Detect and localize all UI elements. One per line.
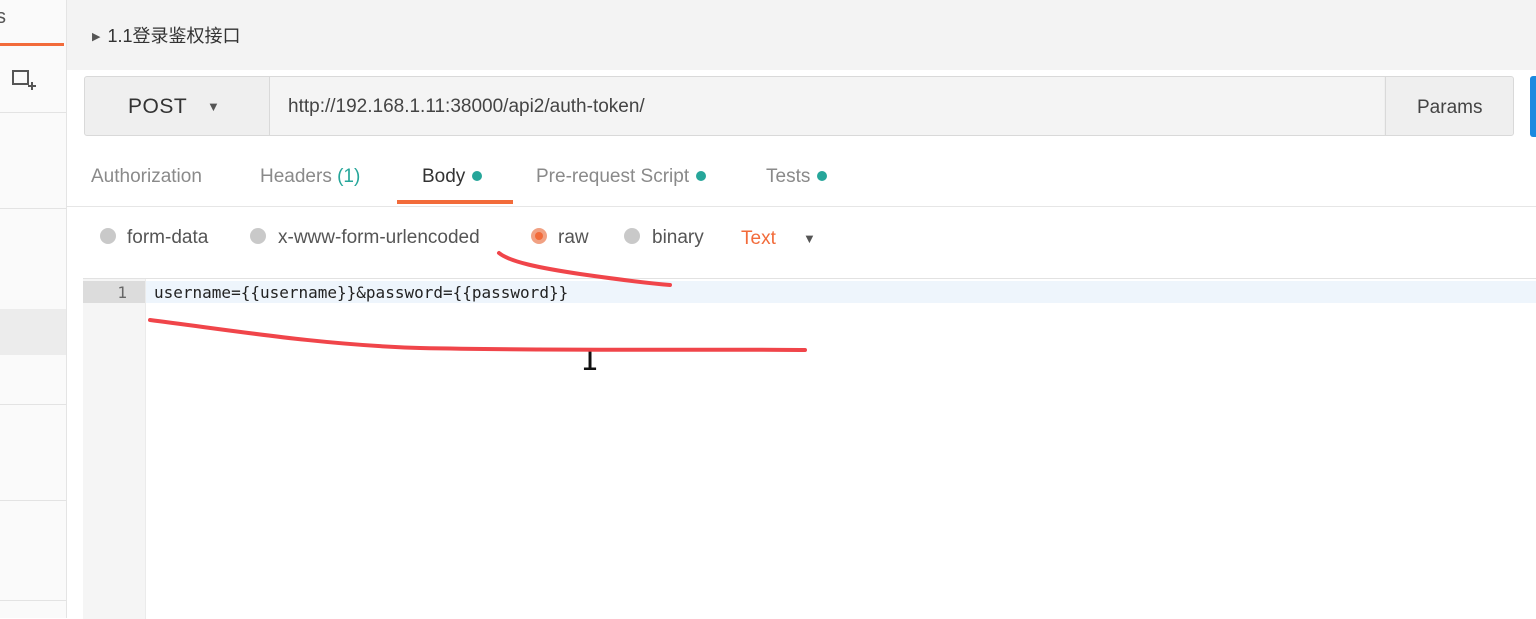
new-collection-icon[interactable] (10, 66, 38, 94)
radio-x-www-form-urlencoded[interactable] (250, 228, 266, 244)
sidebar-divider (0, 208, 66, 209)
status-dot (472, 171, 483, 181)
tab-authorization[interactable]: Authorization (91, 166, 202, 188)
sidebar-item-selected[interactable] (0, 309, 66, 355)
radio-form-data[interactable] (100, 228, 116, 244)
url-bar: POST ▼ http://192.168.1.11:38000/api2/au… (84, 76, 1514, 136)
sidebar-tab[interactable]: s (0, 0, 66, 46)
method-label: POST (128, 95, 188, 118)
expand-caret-icon[interactable]: ▶ (92, 31, 100, 43)
status-dot (696, 171, 707, 181)
chevron-down-icon[interactable]: ▼ (803, 231, 816, 246)
url-text: http://192.168.1.11:38000/api2/auth-toke… (288, 96, 645, 117)
sidebar-divider (0, 500, 66, 501)
line-number: 1 (117, 283, 127, 302)
method-select[interactable]: POST ▼ (85, 77, 270, 135)
option-binary[interactable]: binary (652, 227, 704, 249)
code-line[interactable]: username={{username}}&password={{passwor… (154, 283, 568, 302)
tab-pre-request-script[interactable]: Pre-request Script (536, 166, 707, 188)
tab-body[interactable]: Body (422, 166, 483, 188)
radio-raw[interactable] (531, 228, 547, 244)
request-title[interactable]: ▶ 1.1登录鉴权接口 (92, 22, 241, 48)
body-type-options: form-data x-www-form-urlencoded raw bina… (67, 207, 1536, 277)
sidebar-tab-indicator (0, 43, 64, 46)
tab-label: Headers (260, 166, 332, 187)
option-x-www-form-urlencoded[interactable]: x-www-form-urlencoded (278, 227, 480, 249)
status-dot (817, 171, 828, 181)
sidebar-tab-label: s (0, 6, 6, 28)
request-title-text: 1.1登录鉴权接口 (107, 26, 241, 46)
tab-headers[interactable]: Headers (1) (260, 166, 360, 188)
tab-label: Pre-request Script (536, 166, 690, 187)
radio-binary[interactable] (624, 228, 640, 244)
text-cursor-icon: I (581, 343, 600, 378)
option-raw[interactable]: raw (558, 227, 589, 249)
option-form-data[interactable]: form-data (127, 227, 208, 249)
request-header (67, 0, 1536, 70)
params-label: Params (1417, 97, 1483, 118)
tab-label: Tests (766, 166, 811, 187)
tab-tests[interactable]: Tests (766, 166, 828, 188)
raw-type-select[interactable]: Text (741, 228, 776, 250)
active-tab-indicator (397, 200, 513, 204)
chevron-down-icon: ▼ (207, 99, 220, 114)
line-gutter: 1 (83, 279, 146, 619)
url-input[interactable]: http://192.168.1.11:38000/api2/auth-toke… (270, 77, 1384, 135)
sidebar-divider (0, 600, 66, 601)
send-button[interactable] (1530, 76, 1536, 137)
headers-count: (1) (337, 166, 361, 187)
active-line-gutter (83, 281, 145, 303)
tab-label: Body (422, 166, 466, 187)
tab-label: Authorization (91, 166, 202, 187)
sidebar-divider (0, 112, 66, 113)
sidebar: s (0, 0, 67, 618)
sidebar-divider (0, 404, 66, 405)
body-editor[interactable]: 1 username={{username}}&password={{passw… (83, 278, 1536, 619)
params-button[interactable]: Params (1385, 77, 1514, 135)
request-tabs: Authorization Headers (1) Body Pre-reque… (67, 150, 1536, 207)
